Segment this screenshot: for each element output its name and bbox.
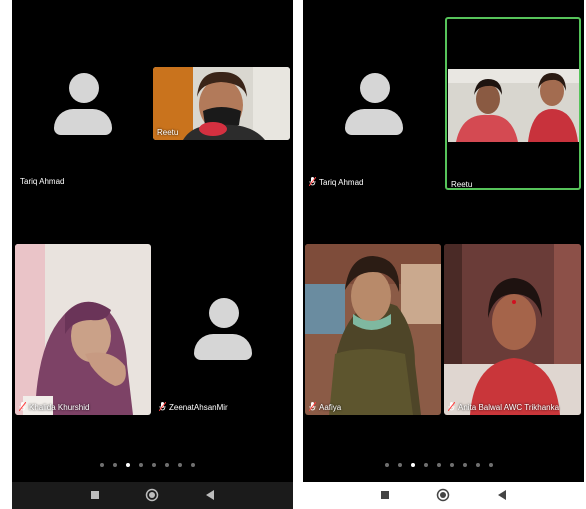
page-dot[interactable] <box>437 463 441 467</box>
page-dot[interactable] <box>385 463 389 467</box>
mic-muted-icon <box>19 402 26 411</box>
participant-tile-zeenatahsanmir[interactable]: ZeenatAhsanMir <box>153 244 290 415</box>
participant-name-text: Tariq Ahmad <box>319 178 364 187</box>
page-indicator[interactable] <box>100 463 195 467</box>
page-dot[interactable] <box>113 463 117 467</box>
video-feed <box>15 244 151 415</box>
page-dot[interactable] <box>489 463 493 467</box>
left-phone-screen: Tariq Ahmad Reetu Khalida Khurshid Zeena… <box>12 0 293 509</box>
recents-square-icon[interactable] <box>90 490 100 500</box>
video-feed <box>305 244 441 415</box>
participant-tile-khalida-khurshid[interactable]: Khalida Khurshid <box>15 244 151 415</box>
page-dot-active[interactable] <box>411 463 415 467</box>
back-triangle-icon[interactable] <box>497 490 507 500</box>
avatar-placeholder-icon <box>54 73 112 135</box>
participant-name-text: Aafiya <box>319 403 342 412</box>
participant-tile-anita-balwal[interactable]: Anita Balwal AWC Trikhanka <box>444 244 581 415</box>
mic-muted-icon <box>159 402 166 411</box>
participant-name: Tariq Ahmad <box>20 177 65 186</box>
participant-name: Tariq Ahmad <box>309 177 363 187</box>
participant-tile-tariq-ahmad[interactable]: Tariq Ahmad <box>12 55 152 195</box>
participant-tile-reetu[interactable]: Reetu <box>153 67 290 140</box>
right-phone-screen: Tariq Ahmad Reetu Aafiya Anita Balwal AW… <box>303 0 584 509</box>
page-dot[interactable] <box>165 463 169 467</box>
mic-muted-icon <box>309 402 316 411</box>
mic-muted-icon <box>448 402 455 411</box>
page-dot[interactable] <box>139 463 143 467</box>
participant-name: Reetu <box>157 128 179 137</box>
video-feed <box>444 244 581 415</box>
participant-name: ZeenatAhsanMir <box>159 402 228 412</box>
participant-tile-tariq-ahmad[interactable]: Tariq Ahmad <box>303 55 443 195</box>
participant-tile-reetu-active-speaker[interactable]: Reetu <box>445 17 581 190</box>
participant-name: Anita Balwal AWC Trikhanka <box>448 402 559 412</box>
page-dot[interactable] <box>178 463 182 467</box>
participant-name: Aafiya <box>309 402 341 412</box>
avatar-placeholder-icon <box>345 73 403 135</box>
participant-name: Reetu <box>451 180 473 189</box>
participant-name-text: Anita Balwal AWC Trikhanka <box>458 403 560 412</box>
page-dot[interactable] <box>152 463 156 467</box>
android-nav-bar <box>12 482 293 509</box>
page-dot[interactable] <box>398 463 402 467</box>
participant-name-text: ZeenatAhsanMir <box>169 403 228 412</box>
avatar-placeholder-icon <box>194 298 252 360</box>
page-dot[interactable] <box>424 463 428 467</box>
page-dot[interactable] <box>463 463 467 467</box>
participant-name-text: Khalida Khurshid <box>29 403 90 412</box>
back-triangle-icon[interactable] <box>205 490 215 500</box>
page-dot[interactable] <box>476 463 480 467</box>
home-circle-icon[interactable] <box>145 488 159 502</box>
home-circle-icon[interactable] <box>436 488 450 502</box>
participant-tile-aafiya[interactable]: Aafiya <box>305 244 441 415</box>
page-indicator[interactable] <box>385 463 493 467</box>
mic-muted-icon <box>309 177 316 186</box>
page-dot-active[interactable] <box>126 463 130 467</box>
recents-square-icon[interactable] <box>380 490 390 500</box>
page-dot[interactable] <box>191 463 195 467</box>
android-nav-bar <box>303 482 584 509</box>
participant-name: Khalida Khurshid <box>19 402 89 412</box>
video-feed <box>448 69 579 142</box>
page-dot[interactable] <box>100 463 104 467</box>
page-dot[interactable] <box>450 463 454 467</box>
